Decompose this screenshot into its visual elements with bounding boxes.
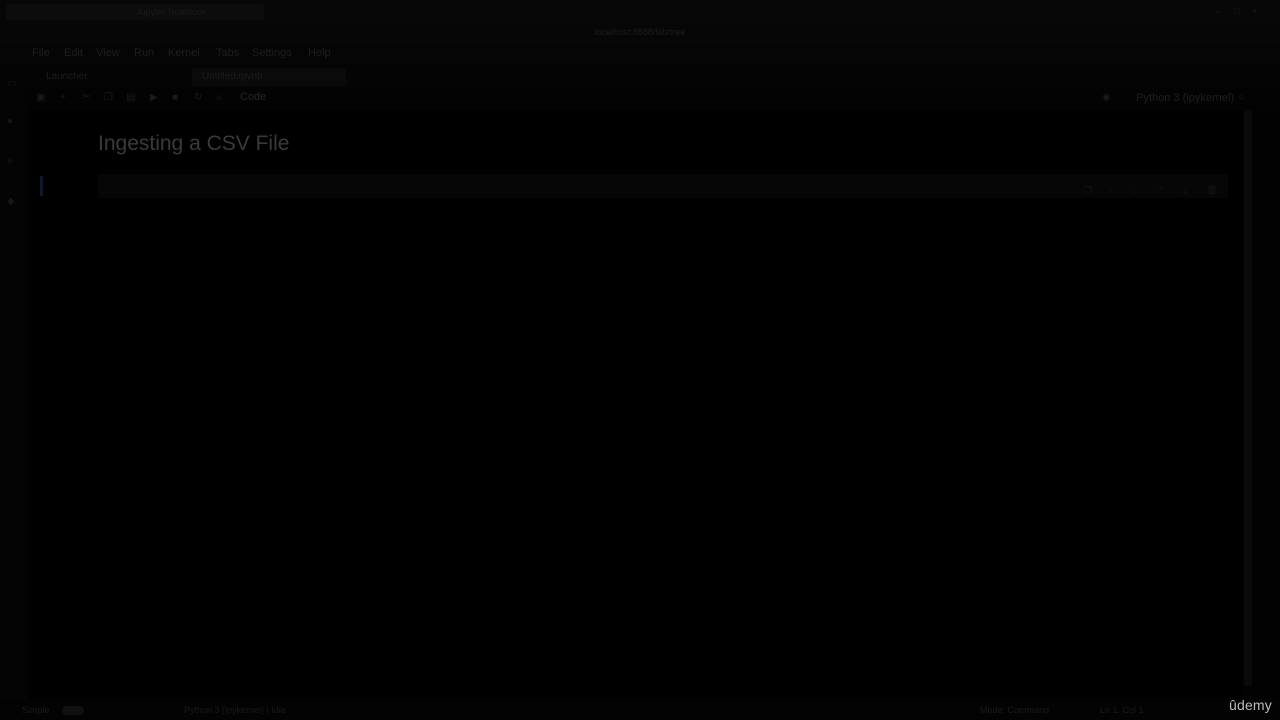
commands-icon[interactable]: ≡ xyxy=(7,156,19,168)
copy-icon[interactable]: ❐ xyxy=(104,92,116,104)
browser-tab-active[interactable]: Jupyter Notebook xyxy=(128,4,264,20)
paste-icon[interactable]: ▤ xyxy=(126,92,138,104)
tab-launcher[interactable]: Launcher xyxy=(36,68,206,86)
duplicate-cell-icon[interactable]: ❐ xyxy=(1084,185,1096,197)
menu-help[interactable]: Help xyxy=(308,47,331,59)
notebook-panel: Ingesting a CSV File ❐ ↑ ↓ ⊤ ⊥ 🗑 xyxy=(30,110,1242,698)
url-text[interactable]: localhost:8888/lab/tree xyxy=(0,27,1280,37)
kernel-name[interactable]: Python 3 (ipykernel) xyxy=(1136,92,1234,104)
code-cell[interactable] xyxy=(98,174,1228,198)
menu-run[interactable]: Run xyxy=(134,47,154,59)
browser-tab-strip: Jupyter Notebook – □ × xyxy=(0,0,1280,22)
insert-below-icon[interactable]: ⊥ xyxy=(1182,185,1194,197)
tab-notebook[interactable]: Untitled.ipynb xyxy=(192,68,346,86)
extension-icon[interactable]: ◆ xyxy=(7,196,19,208)
kernel-status-icon: ○ xyxy=(1238,92,1245,103)
udemy-watermark: ûdemy xyxy=(1228,697,1272,713)
status-bar: Simple Python 3 (ipykernel) | Idle Mode:… xyxy=(0,700,1280,720)
simple-mode-toggle[interactable] xyxy=(62,706,84,715)
stop-icon[interactable]: ■ xyxy=(172,92,184,104)
cell-toolbar: ❐ ↑ ↓ ⊤ ⊥ 🗑 xyxy=(1076,180,1218,195)
cut-icon[interactable]: ✂ xyxy=(82,92,94,104)
screen: Jupyter Notebook – □ × localhost:8888/la… xyxy=(0,0,1280,720)
notebook-heading: Ingesting a CSV File xyxy=(98,132,290,155)
fast-forward-icon[interactable]: » xyxy=(216,92,228,104)
running-icon[interactable]: ● xyxy=(7,116,19,128)
simple-mode-label: Simple xyxy=(22,705,50,715)
run-icon[interactable]: ▶ xyxy=(150,92,162,104)
document-tab-bar: Launcher Untitled.ipynb xyxy=(26,64,1280,88)
cursor-position: Ln 1, Col 1 xyxy=(1100,705,1144,715)
notebook-toolbar: ▣ + ✂ ❐ ▤ ▶ ■ ↻ » Code ◉ Python 3 (ipyke… xyxy=(26,88,1280,110)
active-cell-marker xyxy=(40,176,43,196)
save-icon[interactable]: ▣ xyxy=(36,92,48,104)
menu-view[interactable]: View xyxy=(96,47,120,59)
menu-file[interactable]: File xyxy=(32,47,50,59)
folder-icon[interactable]: ▭ xyxy=(7,78,19,90)
move-down-icon[interactable]: ↓ xyxy=(1133,185,1145,197)
restart-icon[interactable]: ↻ xyxy=(194,92,206,104)
menubar: File Edit View Run Kernel Tabs Settings … xyxy=(0,44,1280,64)
debug-icon[interactable]: ◉ xyxy=(1102,92,1114,104)
delete-cell-icon[interactable]: 🗑 xyxy=(1206,185,1218,197)
kernel-status-text: Python 3 (ipykernel) | Idle xyxy=(184,705,286,715)
menu-edit[interactable]: Edit xyxy=(64,47,83,59)
menu-tabs[interactable]: Tabs xyxy=(216,47,239,59)
menu-settings[interactable]: Settings xyxy=(252,47,292,59)
cell-type-select[interactable]: Code xyxy=(240,91,266,103)
insert-above-icon[interactable]: ⊤ xyxy=(1157,185,1169,197)
move-up-icon[interactable]: ↑ xyxy=(1108,185,1120,197)
address-bar: localhost:8888/lab/tree xyxy=(0,22,1280,44)
minimize-icon[interactable]: – xyxy=(1216,6,1226,16)
add-cell-icon[interactable]: + xyxy=(60,92,72,104)
left-sidebar: ▭ ● ≡ ◆ xyxy=(0,64,26,700)
close-icon[interactable]: × xyxy=(1252,6,1262,16)
browser-tab[interactable] xyxy=(6,4,132,20)
mode-indicator: Mode: Command xyxy=(980,705,1050,715)
menu-kernel[interactable]: Kernel xyxy=(168,47,200,59)
maximize-icon[interactable]: □ xyxy=(1234,6,1244,16)
vertical-scrollbar[interactable] xyxy=(1244,110,1252,686)
